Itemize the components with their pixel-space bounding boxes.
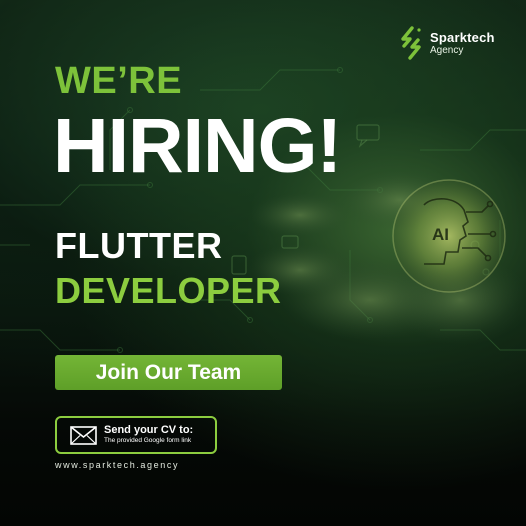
headline-were: WE’RE: [55, 60, 183, 102]
hiring-poster: AI Sparktech Agency WE’RE HIRING! FLUTTE…: [0, 0, 526, 526]
send-cv-title: Send your CV to:: [104, 424, 194, 437]
role-title-line1: FLUTTER: [55, 225, 223, 266]
ai-chip-label: AI: [432, 225, 449, 244]
ai-chip-graphic: AI: [392, 179, 506, 293]
send-cv-subtitle: The provided Google form link: [104, 437, 192, 445]
headline-hiring: HIRING!: [53, 103, 342, 189]
brand-name: Sparktech: [430, 29, 495, 45]
brand-logo: Sparktech Agency: [398, 26, 495, 60]
lightning-s-icon: [401, 26, 421, 60]
brand-subtitle: Agency: [430, 44, 464, 56]
role-title-line2: DEVELOPER: [55, 270, 282, 311]
send-cv-box[interactable]: Send your CV to: The provided Google for…: [55, 416, 217, 454]
mail-icon: [70, 425, 97, 445]
website-link[interactable]: www.sparktech.agency: [55, 461, 179, 470]
join-our-team-button[interactable]: Join Our Team: [55, 355, 282, 390]
